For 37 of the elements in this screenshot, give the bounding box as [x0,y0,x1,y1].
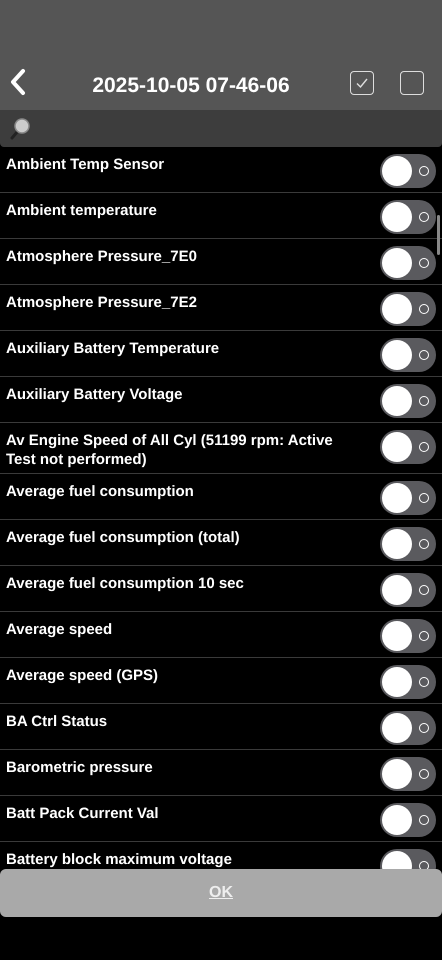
scrollbar [437,215,440,255]
parameter-label: BA Ctrl Status [6,712,108,731]
toggle-switch[interactable] [380,619,436,653]
parameter-label: Atmosphere Pressure_7E0 [6,247,197,266]
parameter-label: Atmosphere Pressure_7E2 [6,293,197,312]
parameter-label: Average fuel consumption [6,482,194,501]
parameter-label: Auxiliary Battery Temperature [6,339,220,358]
toggle-switch[interactable] [380,384,436,418]
screen-title: 2025-10-05 07-46-06 [91,74,291,98]
parameter-label: Battery block maximum voltage [6,850,232,869]
toggle-switch[interactable] [380,711,436,745]
toggle-switch[interactable] [380,338,436,372]
toggle-switch[interactable] [380,246,436,280]
toggle-switch[interactable] [380,154,436,188]
toggle-switch[interactable] [380,573,436,607]
checkbox[interactable] [350,71,374,95]
parameter-label: Auxiliary Battery Voltage [6,385,182,404]
parameter-label: Ambient Temp Sensor [6,155,164,174]
toggle-switch[interactable] [380,292,436,326]
toggle-switch[interactable] [380,803,436,837]
parameter-label: Ambient temperature [6,201,157,220]
parameter-label: Average fuel consumption (total) [6,528,240,547]
parameter-label: Average fuel consumption 10 sec [6,574,244,593]
parameter-label: Average speed (GPS) [6,666,158,685]
toggle-switch[interactable] [380,527,436,561]
toggle-switch[interactable] [380,481,436,515]
checkbox[interactable] [400,71,424,95]
toggle-switch[interactable] [380,200,436,234]
parameter-label: Barometric pressure [6,758,153,777]
parameter-label: Average speed [6,620,112,639]
search-field[interactable] [0,110,442,147]
toggle-switch[interactable] [380,430,436,464]
toggle-switch[interactable] [380,665,436,699]
parameter-label: Batt Pack Current Val [6,804,159,823]
toggle-switch[interactable] [380,757,436,791]
parameter-label: Av Engine Speed of All Cyl (51199 rpm: Active Test not performed) [6,431,334,469]
search-icon [8,116,32,140]
